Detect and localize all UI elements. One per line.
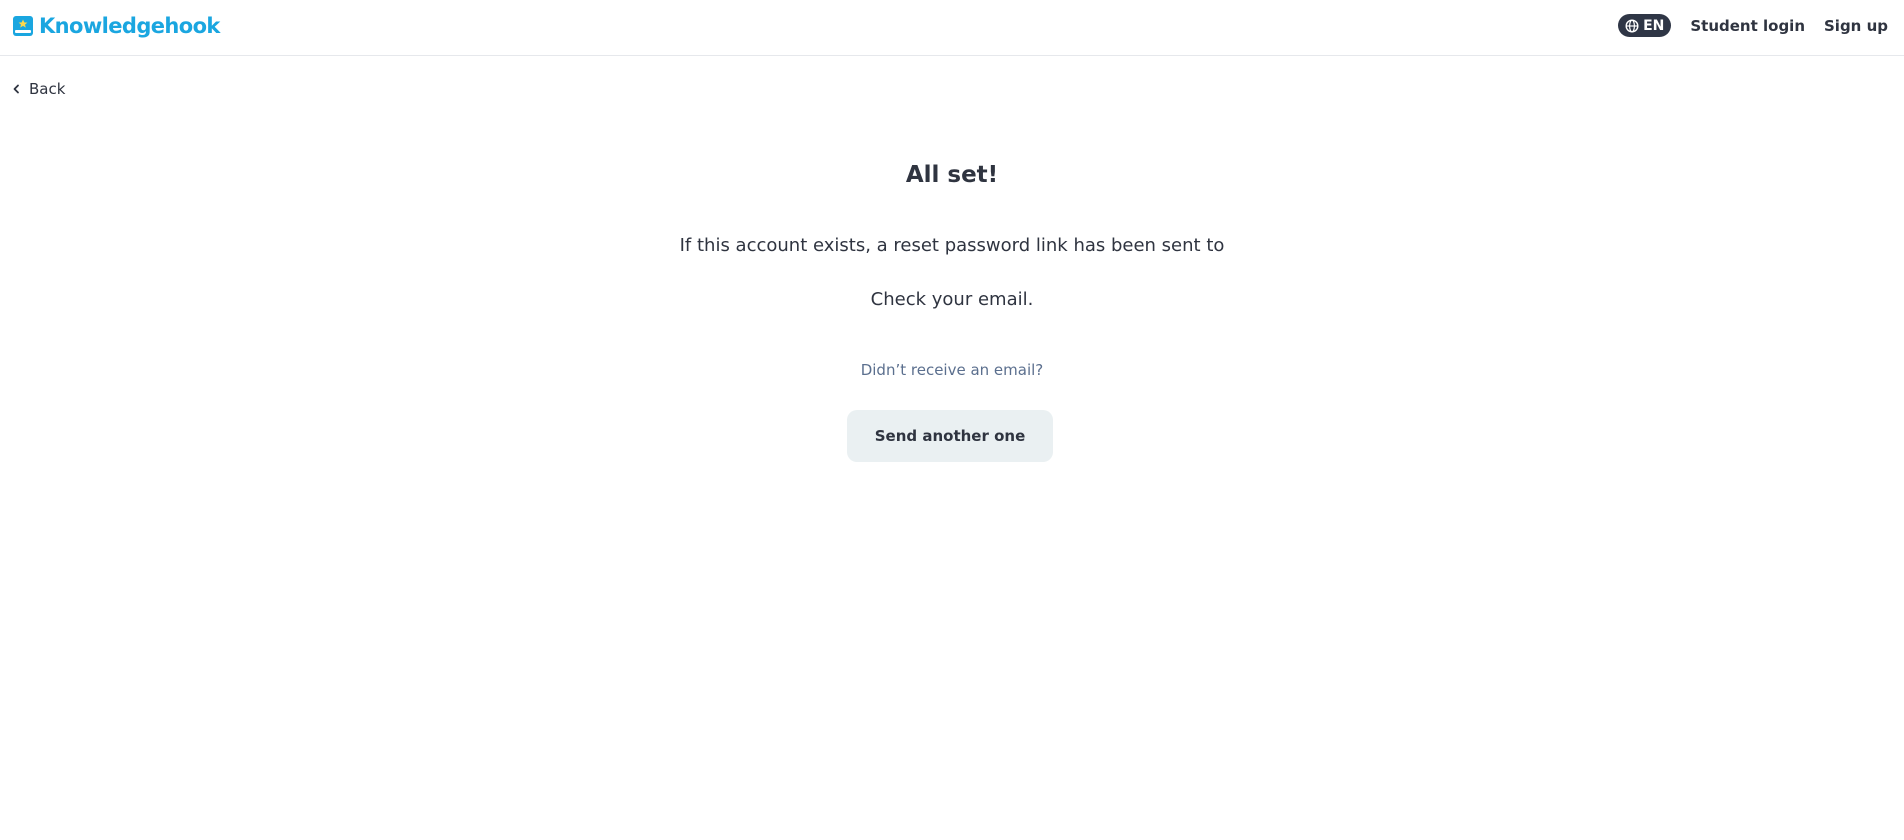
language-code: EN	[1643, 17, 1665, 34]
book-star-icon	[13, 16, 33, 36]
back-link[interactable]: Back	[12, 80, 65, 98]
reset-message: If this account exists, a reset password…	[679, 235, 1225, 256]
brand-logo[interactable]: Knowledgehook	[12, 14, 220, 38]
globe-icon	[1625, 18, 1639, 33]
page-title: All set!	[905, 162, 999, 188]
sign-up-link[interactable]: Sign up	[1824, 17, 1888, 35]
check-email-message: Check your email.	[870, 289, 1034, 310]
chevron-left-icon	[13, 84, 19, 94]
student-login-link[interactable]: Student login	[1690, 17, 1805, 35]
top-header: Knowledgehook EN Student login Sign up	[0, 0, 1904, 56]
send-another-button[interactable]: Send another one	[847, 410, 1053, 462]
no-email-hint: Didn’t receive an email?	[860, 361, 1044, 379]
language-selector[interactable]: EN	[1618, 14, 1672, 37]
brand-name: Knowledgehook	[39, 14, 220, 38]
header-actions: EN Student login Sign up	[1618, 14, 1888, 37]
back-label: Back	[29, 80, 66, 98]
